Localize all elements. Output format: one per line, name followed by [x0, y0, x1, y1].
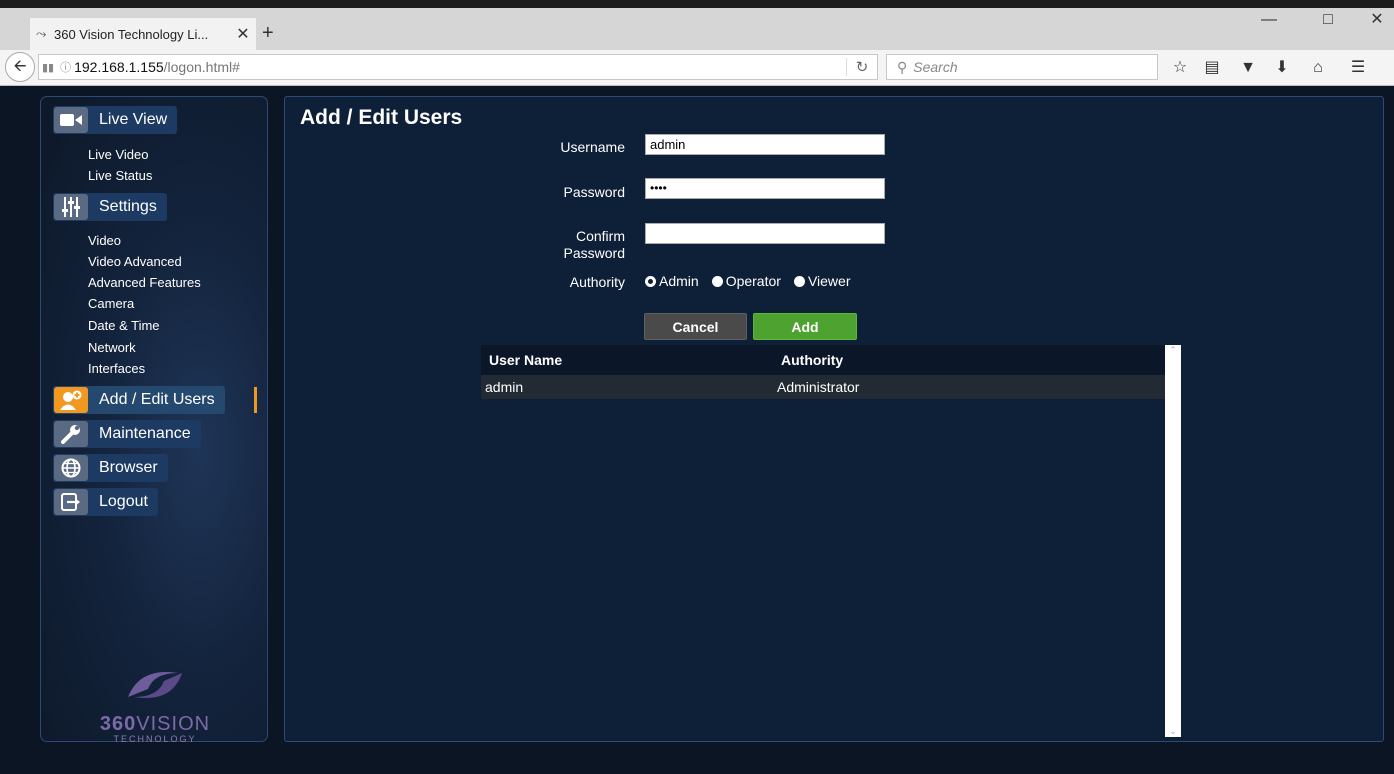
radio-label: Viewer — [807, 273, 851, 289]
brand-subtitle: TECHNOLOGY — [113, 734, 197, 744]
username-label: Username — [560, 139, 625, 155]
address-bar[interactable]: ▮▮ ⓘ 192.168.1.155 /logon.html# ↻ — [38, 54, 878, 80]
table-scrollbar[interactable]: ⌃ ⌄ — [1165, 345, 1181, 737]
sidebar-item-label: Add / Edit Users — [99, 391, 215, 408]
authority-radio-viewer[interactable]: Viewer — [793, 273, 851, 289]
menu-hamburger-icon[interactable]: ☰ — [1346, 56, 1370, 80]
reader-view-icon[interactable]: ▮▮ — [39, 61, 57, 74]
confirm-label-line2: Password — [563, 245, 625, 261]
download-icon[interactable]: ⬇ — [1270, 56, 1294, 80]
browser-tab-bar: ⤳ 360 Vision Technology Li... ✕ + — □ ✕ — [0, 0, 1394, 50]
sidebar-item-live-status[interactable]: Live Status — [88, 168, 152, 183]
window-close-icon[interactable]: ✕ — [1362, 4, 1392, 36]
confirm-password-field[interactable] — [645, 223, 885, 244]
info-icon[interactable]: ⓘ — [57, 59, 74, 75]
video-camera-icon — [54, 107, 88, 133]
brand-name-bold: 360 — [99, 713, 137, 735]
home-icon[interactable]: ⌂ — [1306, 56, 1330, 80]
sidebar-item-logout[interactable]: Logout — [53, 488, 158, 516]
search-input[interactable]: ⚲ Search — [886, 54, 1158, 80]
page-title: Add / Edit Users — [300, 106, 463, 129]
main-panel: Add / Edit Users Username Password •••• … — [284, 96, 1384, 742]
logo-swirl-icon — [51, 663, 259, 713]
table-row[interactable]: admin Administrator — [481, 375, 1165, 399]
sidebar-item-video[interactable]: Video — [88, 233, 121, 248]
scroll-up-icon[interactable]: ⌃ — [1165, 345, 1181, 356]
sidebar-item-network[interactable]: Network — [88, 340, 136, 355]
add-button[interactable]: Add — [753, 313, 857, 340]
sidebar-item-live-view[interactable]: Live View — [53, 106, 178, 134]
sidebar-item-label: Live View — [99, 111, 168, 128]
scroll-down-icon[interactable]: ⌄ — [1165, 726, 1181, 737]
bookmark-star-icon[interactable]: ☆ — [1168, 56, 1192, 80]
logout-icon — [54, 489, 88, 515]
globe-icon — [54, 455, 88, 481]
url-host: 192.168.1.155 — [74, 59, 164, 75]
users-table: User Name Authority admin Administrator … — [481, 345, 1181, 737]
wrench-icon — [54, 421, 88, 447]
sidebar-item-label: Settings — [99, 198, 157, 215]
search-icon: ⚲ — [897, 58, 908, 75]
browser-nav-bar: 🡨 ▮▮ ⓘ 192.168.1.155 /logon.html# ↻ ⚲ Se… — [0, 50, 1394, 86]
sidebar-item-add-edit-users[interactable]: Add / Edit Users — [53, 386, 225, 414]
radio-label: Admin — [659, 273, 699, 289]
username-field[interactable] — [645, 134, 885, 155]
new-tab-icon[interactable]: + — [262, 20, 274, 46]
authority-radio-admin[interactable]: Admin — [645, 273, 699, 289]
authority-radio-operator[interactable]: Operator — [711, 273, 781, 289]
cell-authority: Administrator — [777, 379, 860, 395]
sidebar-item-maintenance[interactable]: Maintenance — [53, 420, 201, 448]
bookmarks-list-icon[interactable]: ▤ — [1200, 56, 1224, 80]
sidebar-item-label: Maintenance — [99, 425, 191, 442]
tab-close-icon[interactable]: ✕ — [230, 24, 256, 44]
column-header-user-name[interactable]: User Name — [489, 345, 562, 375]
authority-radio-group: Admin Operator Viewer — [645, 273, 863, 289]
browser-tab[interactable]: ⤳ 360 Vision Technology Li... ✕ — [30, 18, 256, 50]
password-field[interactable]: •••• — [645, 178, 885, 199]
sidebar-item-video-advanced[interactable]: Video Advanced — [88, 254, 182, 269]
radio-checked-icon[interactable] — [645, 275, 656, 287]
tab-title: 360 Vision Technology Li... — [54, 26, 209, 42]
url-path: /logon.html# — [163, 59, 240, 75]
password-label: Password — [563, 184, 625, 200]
sidebar: Live View Live Video Live Status Setting… — [40, 96, 268, 744]
site-favicon-icon: ⤳ — [36, 26, 47, 41]
reload-icon[interactable]: ↻ — [846, 58, 877, 76]
sliders-icon — [54, 194, 88, 220]
brand-name-thin: VISION — [136, 713, 211, 735]
radio-unchecked-icon[interactable] — [793, 275, 805, 287]
cell-user-name: admin — [485, 379, 524, 395]
radio-unchecked-icon[interactable] — [711, 275, 723, 287]
sidebar-item-date-time[interactable]: Date & Time — [88, 318, 160, 333]
pocket-icon[interactable]: ▼ — [1236, 56, 1260, 80]
confirm-label-line1: Confirm — [575, 228, 625, 244]
sidebar-item-label: Browser — [99, 459, 158, 476]
back-arrow-icon[interactable]: 🡨 — [5, 52, 35, 82]
sidebar-item-live-video[interactable]: Live Video — [88, 147, 148, 162]
brand-name: 360VISION — [51, 713, 259, 736]
authority-label: Authority — [569, 274, 625, 290]
active-indicator — [254, 387, 257, 413]
radio-label: Operator — [725, 273, 781, 289]
sidebar-item-label: Logout — [99, 493, 148, 510]
brand-logo: 360VISION TECHNOLOGY — [51, 663, 259, 744]
sidebar-item-camera[interactable]: Camera — [88, 296, 134, 311]
sidebar-item-browser[interactable]: Browser — [53, 454, 168, 482]
sidebar-item-interfaces[interactable]: Interfaces — [88, 361, 145, 376]
add-user-icon — [54, 387, 88, 413]
minimize-icon[interactable]: — — [1254, 4, 1284, 36]
column-header-authority[interactable]: Authority — [781, 345, 843, 375]
cancel-button[interactable]: Cancel — [644, 313, 747, 340]
table-header: User Name Authority — [481, 345, 1165, 375]
sidebar-item-settings[interactable]: Settings — [53, 193, 167, 221]
sidebar-item-advanced-features[interactable]: Advanced Features — [88, 275, 201, 290]
maximize-icon[interactable]: □ — [1313, 4, 1343, 36]
confirm-password-label: Confirm Password — [465, 228, 625, 262]
search-placeholder: Search — [913, 59, 958, 75]
